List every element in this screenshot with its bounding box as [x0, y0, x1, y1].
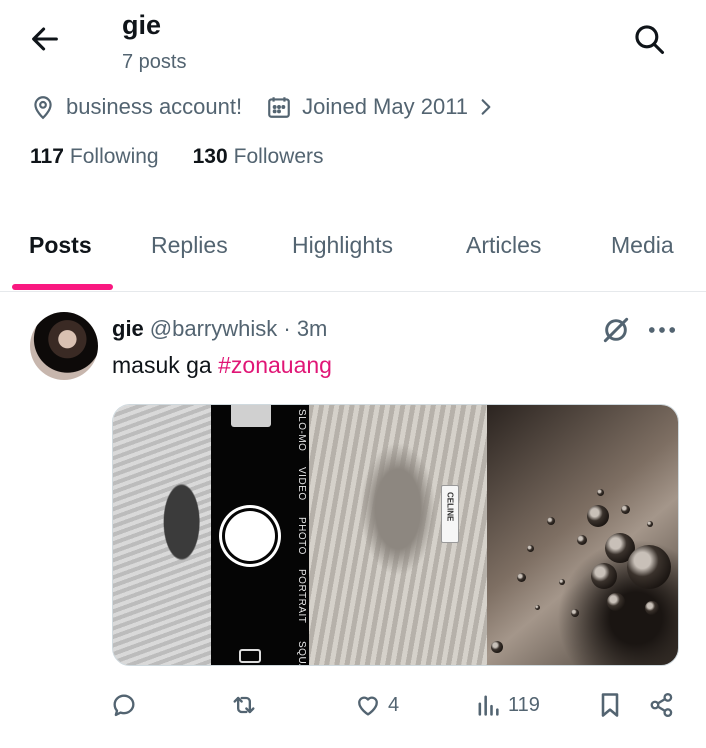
post-count: 7 posts	[122, 51, 187, 73]
post-author-name[interactable]: gie	[112, 316, 144, 342]
location-pin-icon	[34, 96, 52, 120]
views-icon	[478, 695, 499, 716]
more-dots-icon[interactable]	[645, 316, 679, 344]
camera-modes: SLO-MO VIDEO PHOTO PORTRAIT SQUA	[283, 405, 307, 665]
profile-tabs: Posts Replies Highlights Articles Media	[0, 218, 706, 292]
post-header: gie @barrywhisk · 3m	[112, 316, 327, 342]
share-button[interactable]	[648, 686, 676, 724]
calendar-icon	[268, 97, 290, 118]
camera-mode: PORTRAIT	[296, 569, 307, 624]
reply-button[interactable]	[110, 686, 144, 724]
camera-thumbnail	[231, 405, 271, 427]
following-label: Following	[69, 145, 159, 168]
share-icon	[650, 692, 673, 718]
media-photo-coffee	[487, 405, 678, 665]
tab-posts[interactable]: Posts	[29, 232, 92, 259]
camera-mode: PHOTO	[296, 517, 307, 555]
reply-icon	[113, 694, 135, 717]
media-photo-cat	[113, 405, 211, 665]
following-link[interactable]: 117 Following	[30, 145, 159, 169]
post-media[interactable]: SLO-MO VIDEO PHOTO PORTRAIT SQUA CELINE	[112, 404, 679, 666]
camera-mode: VIDEO	[296, 467, 307, 501]
following-count: 117	[30, 145, 64, 168]
views-button[interactable]: 119	[474, 686, 540, 724]
bookmark-icon	[601, 693, 619, 717]
camera-mode: SQUA	[296, 641, 307, 666]
repost-button[interactable]	[230, 686, 264, 724]
camera-flip-icon	[239, 649, 261, 663]
tab-replies[interactable]: Replies	[151, 232, 228, 259]
bookmark-button[interactable]	[596, 686, 624, 724]
clothing-label-text: CELINE	[445, 492, 455, 522]
chevron-right-icon[interactable]	[476, 97, 496, 117]
media-photo-sweater: CELINE	[309, 405, 487, 665]
profile-location: business account!	[66, 94, 243, 119]
followers-link[interactable]: 130 Followers	[193, 145, 324, 169]
camera-shutter	[225, 511, 275, 561]
tab-media[interactable]: Media	[611, 232, 674, 259]
tab-articles[interactable]: Articles	[466, 232, 541, 259]
post-body: masuk ga	[112, 352, 219, 378]
repost-icon	[233, 696, 255, 714]
tab-highlights[interactable]: Highlights	[292, 232, 393, 259]
profile-meta: business account! Joined May 2011	[30, 90, 496, 124]
views-count: 119	[508, 693, 540, 716]
post-actions: 4 119	[110, 686, 690, 724]
avatar[interactable]	[30, 312, 98, 380]
profile-title: gie	[122, 10, 162, 40]
media-camera-ui: SLO-MO VIDEO PHOTO PORTRAIT SQUA	[211, 405, 309, 665]
post-text: masuk ga #zonauang	[112, 352, 332, 379]
followers-label: Followers	[233, 145, 324, 168]
like-button[interactable]: 4	[354, 686, 399, 724]
like-count: 4	[388, 693, 400, 716]
grok-icon[interactable]	[600, 314, 632, 346]
follow-counts: 117 Following 130 Followers	[30, 145, 324, 169]
heart-icon	[358, 696, 378, 716]
camera-mode: SLO-MO	[296, 409, 307, 452]
search-icon[interactable]	[632, 22, 666, 56]
joined-date[interactable]: Joined May 2011	[302, 94, 468, 120]
arrow-left-icon[interactable]	[28, 22, 62, 56]
active-tab-indicator	[12, 284, 113, 290]
profile-header: gie 7 posts	[0, 0, 706, 82]
post-hashtag[interactable]: #zonauang	[218, 352, 332, 378]
followers-count: 130	[192, 145, 228, 168]
clothing-label: CELINE	[441, 485, 459, 543]
post-handle-time[interactable]: @barrywhisk · 3m	[150, 316, 328, 342]
